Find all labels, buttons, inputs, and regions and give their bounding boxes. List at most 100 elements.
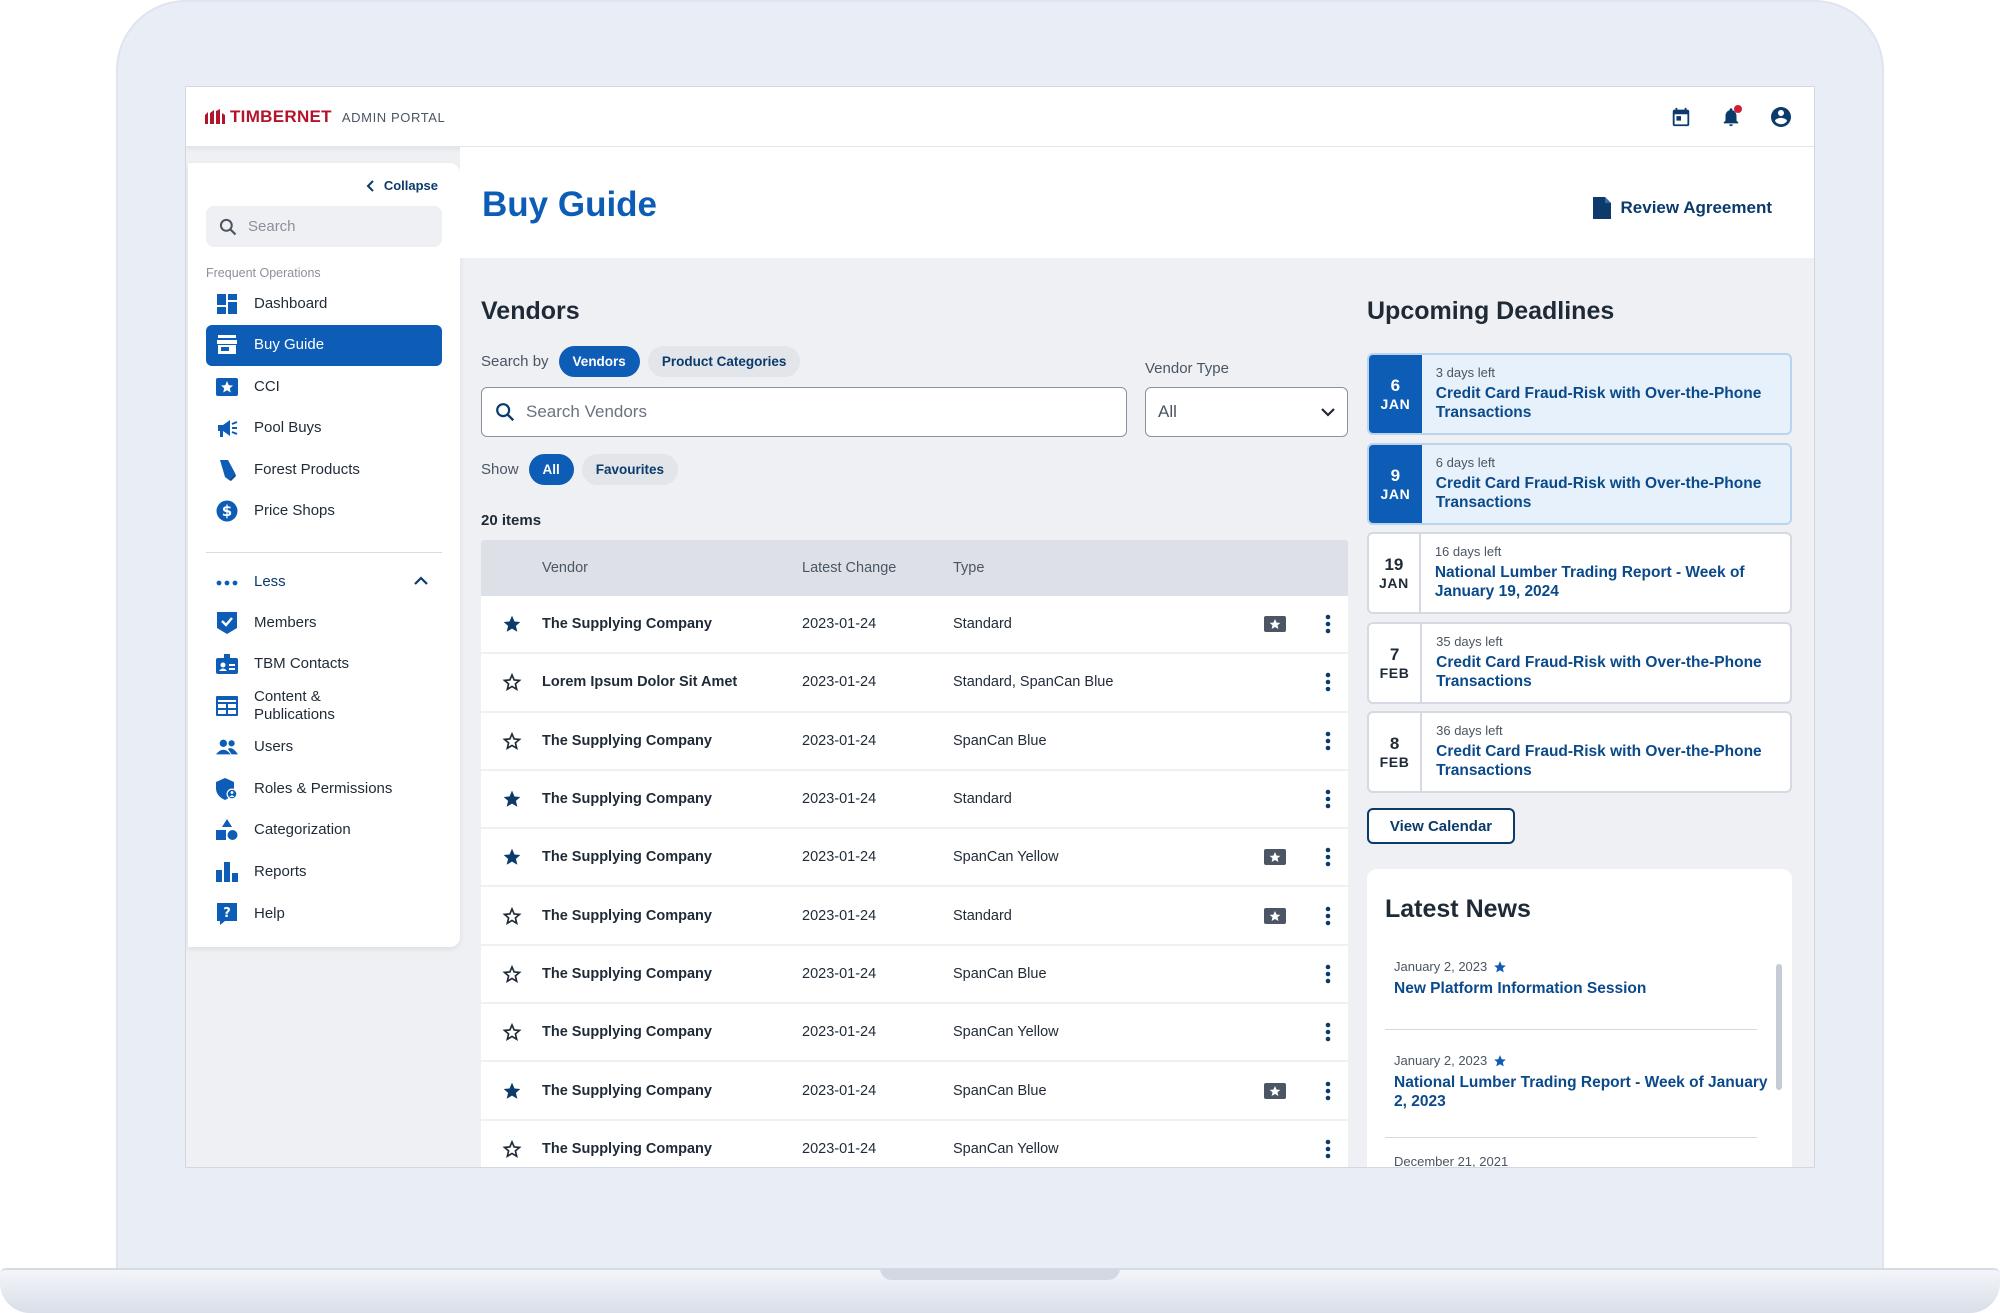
sidebar-item-tbm-contacts[interactable]: TBM Contacts bbox=[206, 644, 442, 685]
more-vertical-icon[interactable] bbox=[1307, 1081, 1348, 1101]
table-row[interactable]: The Supplying Company 2023-01-24 SpanCan Y… bbox=[481, 1120, 1348, 1167]
table-row[interactable]: The Supplying Company 2023-01-24 SpanCan Y… bbox=[481, 829, 1348, 888]
view-calendar-button[interactable]: View Calendar bbox=[1367, 808, 1515, 844]
vendor-name[interactable]: The Supplying Company bbox=[542, 791, 802, 807]
deadline-days-left: 35 days left bbox=[1436, 633, 1503, 649]
table-row[interactable]: The Supplying Company 2023-01-24 Standard bbox=[481, 770, 1348, 830]
latest-change-date: 2023-01-24 bbox=[802, 907, 877, 924]
news-item[interactable]: December 21, 2021 bbox=[1394, 1154, 1769, 1167]
star-filled-icon[interactable] bbox=[481, 614, 542, 634]
sidebar-item-cci[interactable]: CCI bbox=[206, 366, 442, 407]
vendor-type-select[interactable]: All bbox=[1145, 387, 1348, 437]
publications-icon bbox=[216, 695, 238, 717]
logo[interactable]: TIMBERNET ADMIN PORTAL bbox=[204, 107, 445, 127]
deadline-card[interactable]: 8 FEB 36 days left Credit Card Fraud-Risk w… bbox=[1367, 711, 1792, 793]
frequent-operations-label: Frequent Operations bbox=[206, 266, 321, 280]
vendor-type: Standard bbox=[953, 791, 1012, 808]
star-outline-icon[interactable] bbox=[481, 731, 542, 751]
column-header-type[interactable]: Type bbox=[953, 560, 1243, 576]
star-outline-icon[interactable] bbox=[481, 1139, 542, 1159]
sidebar-search-input[interactable]: Search bbox=[206, 206, 442, 247]
show-favourites-chip[interactable]: Favourites bbox=[581, 454, 679, 485]
collapse-button[interactable]: Collapse bbox=[366, 178, 438, 193]
star-outline-icon[interactable] bbox=[481, 1022, 542, 1042]
chevron-down-icon bbox=[1321, 408, 1335, 417]
sidebar-search-placeholder: Search bbox=[248, 218, 296, 235]
vendor-name[interactable]: The Supplying Company bbox=[542, 1141, 802, 1157]
table-row[interactable]: The Supplying Company 2023-01-24 SpanCan Y… bbox=[481, 1004, 1348, 1063]
more-vertical-icon[interactable] bbox=[1307, 614, 1348, 634]
more-vertical-icon[interactable] bbox=[1307, 672, 1348, 692]
sidebar-item-buy-guide[interactable]: Buy Guide bbox=[206, 324, 442, 366]
sidebar-item-roles-permissions[interactable]: Roles & Permissions bbox=[206, 768, 442, 809]
deadline-card[interactable]: 7 FEB 35 days left Credit Card Fraud-Risk w… bbox=[1367, 621, 1792, 704]
star-filled-icon[interactable] bbox=[481, 847, 542, 867]
table-row[interactable]: The Supplying Company 2023-01-24 Standard bbox=[481, 887, 1348, 946]
sidebar-item-help[interactable]: ? Help bbox=[206, 893, 442, 934]
help-icon: ? bbox=[216, 902, 238, 925]
table-row[interactable]: The Supplying Company 2023-01-24 SpanCan B… bbox=[481, 712, 1348, 771]
star-filled-icon[interactable] bbox=[481, 1081, 542, 1101]
table-row[interactable]: The Supplying Company 2023-01-24 SpanCan B… bbox=[481, 1062, 1348, 1121]
vendor-name[interactable]: The Supplying Company bbox=[542, 908, 802, 924]
show-filter-group: Show All Favourites bbox=[481, 454, 679, 485]
search-by-product-categories-chip[interactable]: Product Categories bbox=[647, 346, 801, 377]
latest-change-date: 2023-01-24 bbox=[802, 732, 877, 749]
deadline-title: Credit Card Fraud-Risk with Over-the-Pho… bbox=[1436, 653, 1762, 690]
deadlines-list: 6 JAN 3 days left Credit Card Fraud-Risk wi… bbox=[1367, 353, 1792, 801]
vendor-name[interactable]: The Supplying Company bbox=[542, 966, 802, 982]
vendor-name[interactable]: The Supplying Company bbox=[542, 1083, 802, 1099]
table-row[interactable]: Lorem Ipsum Dolor Sit Amet 2023-01-24 Stan… bbox=[481, 654, 1348, 713]
news-scrollbar[interactable] bbox=[1776, 964, 1782, 1090]
table-row[interactable]: The Supplying Company 2023-01-24 Standard bbox=[481, 596, 1348, 655]
search-by-vendors-chip[interactable]: Vendors bbox=[558, 346, 640, 377]
sidebar-item-price-shops[interactable]: $ Price Shops bbox=[206, 491, 442, 532]
deadline-card[interactable]: 6 JAN 3 days left Credit Card Fraud-Risk wi… bbox=[1367, 353, 1792, 435]
less-toggle[interactable]: Less bbox=[206, 561, 442, 602]
document-icon bbox=[1592, 197, 1611, 219]
search-vendors-input[interactable]: Search Vendors bbox=[481, 387, 1127, 437]
sidebar-item-dashboard[interactable]: Dashboard bbox=[206, 283, 442, 324]
star-outline-icon[interactable] bbox=[481, 906, 542, 926]
star-filled-icon[interactable] bbox=[481, 789, 542, 809]
table-row[interactable]: The Supplying Company 2023-01-24 SpanCan B… bbox=[481, 945, 1348, 1005]
news-divider bbox=[1385, 1137, 1757, 1138]
bell-icon[interactable] bbox=[1716, 102, 1746, 132]
page-header: Buy Guide Review Agreement bbox=[460, 147, 1814, 258]
sidebar-item-forest-products[interactable]: Forest Products bbox=[206, 449, 442, 490]
sidebar-item-pool-buys[interactable]: Pool Buys bbox=[206, 408, 442, 449]
more-vertical-icon[interactable] bbox=[1307, 906, 1348, 926]
sidebar-item-content-publications[interactable]: Content & Publications bbox=[206, 685, 442, 726]
news-item[interactable]: January 2, 2023 New Platform Information… bbox=[1394, 959, 1769, 998]
more-vertical-icon[interactable] bbox=[1307, 789, 1348, 809]
sidebar-item-members[interactable]: Members bbox=[206, 602, 442, 643]
deadline-card[interactable]: 9 JAN 6 days left Credit Card Fraud-Risk wi… bbox=[1367, 442, 1792, 525]
more-vertical-icon[interactable] bbox=[1307, 964, 1348, 984]
vendor-name[interactable]: The Supplying Company bbox=[542, 849, 802, 865]
column-header-latest-change[interactable]: Latest Change bbox=[802, 560, 953, 576]
calendar-icon[interactable] bbox=[1666, 102, 1696, 132]
vendor-name[interactable]: The Supplying Company bbox=[542, 1024, 802, 1040]
sidebar-item-reports[interactable]: Reports bbox=[206, 852, 442, 893]
more-vertical-icon[interactable] bbox=[1307, 847, 1348, 867]
check-badge-icon bbox=[216, 611, 238, 634]
more-vertical-icon[interactable] bbox=[1307, 731, 1348, 751]
vendor-name[interactable]: Lorem Ipsum Dolor Sit Amet bbox=[542, 674, 802, 690]
svg-text:?: ? bbox=[223, 906, 231, 921]
sidebar-item-users[interactable]: Users bbox=[206, 727, 442, 768]
deadline-card[interactable]: 19 JAN 16 days left National Lumber Trading… bbox=[1367, 532, 1792, 614]
star-icon bbox=[1494, 960, 1507, 972]
sidebar-item-categorization[interactable]: Categorization bbox=[206, 810, 442, 851]
column-header-vendor[interactable]: Vendor bbox=[542, 560, 802, 576]
review-agreement-button[interactable]: Review Agreement bbox=[1592, 197, 1772, 219]
more-vertical-icon[interactable] bbox=[1307, 1022, 1348, 1042]
star-outline-icon[interactable] bbox=[481, 672, 542, 692]
more-vertical-icon[interactable] bbox=[1307, 1139, 1348, 1159]
show-all-chip[interactable]: All bbox=[528, 454, 574, 485]
account-icon[interactable] bbox=[1766, 102, 1796, 132]
vendor-name[interactable]: The Supplying Company bbox=[542, 616, 802, 632]
dashboard-icon bbox=[216, 293, 238, 315]
vendor-name[interactable]: The Supplying Company bbox=[542, 733, 802, 749]
star-outline-icon[interactable] bbox=[481, 964, 542, 984]
news-item[interactable]: January 2, 2023 National Lumber Trading … bbox=[1394, 1053, 1769, 1111]
